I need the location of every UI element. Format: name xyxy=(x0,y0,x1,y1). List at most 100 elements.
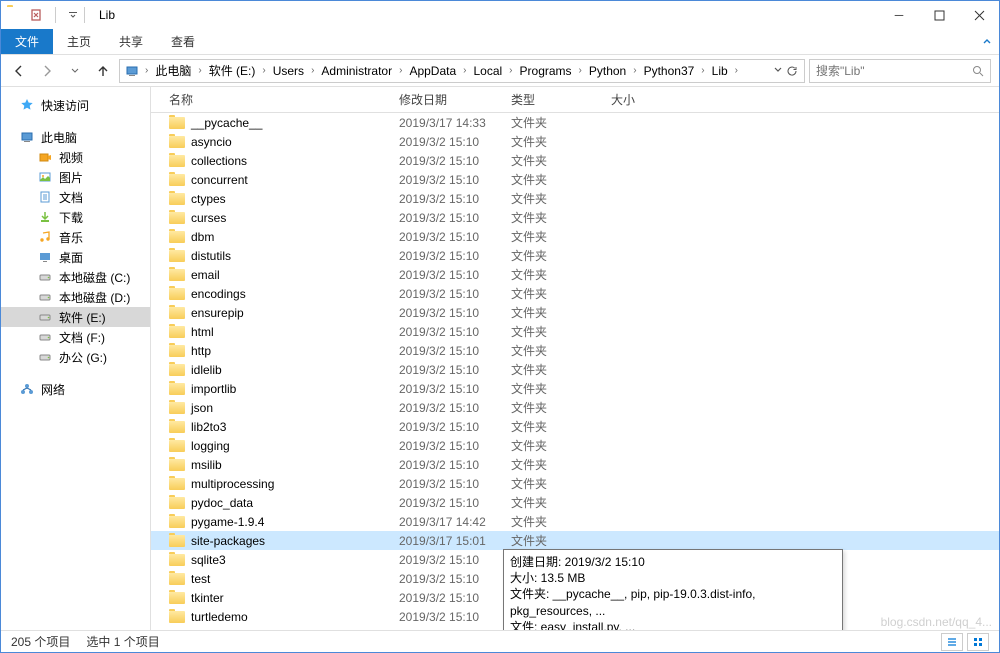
table-row[interactable]: msilib2019/3/2 15:10文件夹 xyxy=(151,455,999,474)
minimize-button[interactable]: ─ xyxy=(879,2,919,28)
table-row[interactable]: asyncio2019/3/2 15:10文件夹 xyxy=(151,132,999,151)
file-date: 2019/3/2 15:10 xyxy=(399,287,511,301)
col-type[interactable]: 类型 xyxy=(511,91,611,108)
forward-button[interactable] xyxy=(35,59,59,83)
breadcrumb-Programs[interactable]: Programs xyxy=(516,60,576,82)
this-pc[interactable]: 此电脑 xyxy=(1,127,150,147)
col-size[interactable]: 大小 xyxy=(611,91,691,108)
table-row[interactable]: html2019/3/2 15:10文件夹 xyxy=(151,322,999,341)
col-name[interactable]: 名称 xyxy=(169,91,399,108)
breadcrumb-AppData[interactable]: AppData xyxy=(405,60,460,82)
nav-item-label: 办公 (G:) xyxy=(59,349,107,366)
file-name: turtledemo xyxy=(191,610,248,624)
dropdown-icon[interactable] xyxy=(773,65,783,77)
icons-view-button[interactable] xyxy=(967,633,989,651)
recent-dropdown-icon[interactable] xyxy=(63,59,87,83)
breadcrumb-软件 (E:)[interactable]: 软件 (E:) xyxy=(205,60,260,82)
file-date: 2019/3/2 15:10 xyxy=(399,154,511,168)
nav-item[interactable]: 桌面 xyxy=(1,247,150,267)
nav-item[interactable]: 图片 xyxy=(1,167,150,187)
file-date: 2019/3/2 15:10 xyxy=(399,344,511,358)
file-name: email xyxy=(191,268,220,282)
nav-item[interactable]: 音乐 xyxy=(1,227,150,247)
table-row[interactable]: lib2to32019/3/2 15:10文件夹 xyxy=(151,417,999,436)
table-row[interactable]: logging2019/3/2 15:10文件夹 xyxy=(151,436,999,455)
chevron-right-icon[interactable]: › xyxy=(460,65,469,76)
table-row[interactable]: site-packages2019/3/17 15:01文件夹 xyxy=(151,531,999,550)
up-button[interactable] xyxy=(91,59,115,83)
file-date: 2019/3/2 15:10 xyxy=(399,135,511,149)
nav-item[interactable]: 软件 (E:) xyxy=(1,307,150,327)
view-tab[interactable]: 查看 xyxy=(157,29,209,54)
back-button[interactable] xyxy=(7,59,31,83)
chevron-right-icon[interactable]: › xyxy=(732,65,741,76)
table-row[interactable]: encodings2019/3/2 15:10文件夹 xyxy=(151,284,999,303)
breadcrumb-此电脑[interactable]: 此电脑 xyxy=(151,60,195,82)
chevron-right-icon[interactable]: › xyxy=(698,65,707,76)
search-icon[interactable] xyxy=(972,65,984,77)
nav-item[interactable]: 文档 (F:) xyxy=(1,327,150,347)
nav-item[interactable]: 办公 (G:) xyxy=(1,347,150,367)
file-name: pydoc_data xyxy=(191,496,253,510)
table-row[interactable]: pygame-1.9.42019/3/17 14:42文件夹 xyxy=(151,512,999,531)
close-button[interactable] xyxy=(959,2,999,28)
nav-item[interactable]: 本地磁盘 (D:) xyxy=(1,287,150,307)
chevron-right-icon[interactable]: › xyxy=(259,65,268,76)
chevron-right-icon[interactable]: › xyxy=(630,65,639,76)
table-row[interactable]: __pycache__2019/3/17 14:33文件夹 xyxy=(151,113,999,132)
nav-item[interactable]: 下载 xyxy=(1,207,150,227)
table-row[interactable]: multiprocessing2019/3/2 15:10文件夹 xyxy=(151,474,999,493)
table-row[interactable]: idlelib2019/3/2 15:10文件夹 xyxy=(151,360,999,379)
folder-icon xyxy=(169,573,185,585)
quick-access[interactable]: 快速访问 xyxy=(1,95,150,115)
table-row[interactable]: json2019/3/2 15:10文件夹 xyxy=(151,398,999,417)
file-name: lib2to3 xyxy=(191,420,226,434)
table-row[interactable]: ensurepip2019/3/2 15:10文件夹 xyxy=(151,303,999,322)
qat-dropdown-icon[interactable] xyxy=(68,10,78,20)
table-row[interactable]: pydoc_data2019/3/2 15:10文件夹 xyxy=(151,493,999,512)
nav-item[interactable]: 视频 xyxy=(1,147,150,167)
home-tab[interactable]: 主页 xyxy=(53,29,105,54)
chevron-right-icon[interactable]: › xyxy=(396,65,405,76)
nav-item-label: 文档 xyxy=(59,189,83,206)
table-row[interactable]: email2019/3/2 15:10文件夹 xyxy=(151,265,999,284)
col-date[interactable]: 修改日期 xyxy=(399,91,511,108)
table-row[interactable]: concurrent2019/3/2 15:10文件夹 xyxy=(151,170,999,189)
chevron-right-icon[interactable]: › xyxy=(195,65,204,76)
share-tab[interactable]: 共享 xyxy=(105,29,157,54)
breadcrumb-Users[interactable]: Users xyxy=(269,60,308,82)
breadcrumb-Lib[interactable]: Lib xyxy=(708,60,732,82)
file-tab[interactable]: 文件 xyxy=(1,29,53,54)
table-row[interactable]: http2019/3/2 15:10文件夹 xyxy=(151,341,999,360)
search-input[interactable] xyxy=(816,64,972,78)
maximize-button[interactable] xyxy=(919,2,959,28)
table-row[interactable]: dbm2019/3/2 15:10文件夹 xyxy=(151,227,999,246)
chevron-right-icon[interactable]: › xyxy=(308,65,317,76)
table-row[interactable]: distutils2019/3/2 15:10文件夹 xyxy=(151,246,999,265)
table-row[interactable]: ctypes2019/3/2 15:10文件夹 xyxy=(151,189,999,208)
nav-item-icon xyxy=(37,209,53,225)
ribbon-expand-icon[interactable] xyxy=(975,29,999,54)
network[interactable]: 网络 xyxy=(1,379,150,399)
chevron-right-icon[interactable]: › xyxy=(576,65,585,76)
file-name: site-packages xyxy=(191,534,265,548)
breadcrumb-Administrator[interactable]: Administrator xyxy=(317,60,396,82)
table-row[interactable]: collections2019/3/2 15:10文件夹 xyxy=(151,151,999,170)
qat-item-icon[interactable] xyxy=(29,8,43,22)
file-type: 文件夹 xyxy=(511,228,611,245)
breadcrumb-Python37[interactable]: Python37 xyxy=(640,60,699,82)
refresh-icon[interactable] xyxy=(786,65,798,77)
details-view-button[interactable] xyxy=(941,633,963,651)
breadcrumb-Python[interactable]: Python xyxy=(585,60,630,82)
folder-icon xyxy=(169,269,185,281)
nav-item[interactable]: 文档 xyxy=(1,187,150,207)
chevron-right-icon[interactable]: › xyxy=(506,65,515,76)
nav-item[interactable]: 本地磁盘 (C:) xyxy=(1,267,150,287)
table-row[interactable]: importlib2019/3/2 15:10文件夹 xyxy=(151,379,999,398)
breadcrumb-Local[interactable]: Local xyxy=(469,60,506,82)
file-date: 2019/3/2 15:10 xyxy=(399,572,511,586)
address-bar[interactable]: › 此电脑›软件 (E:)›Users›Administrator›AppDat… xyxy=(119,59,805,83)
table-row[interactable]: curses2019/3/2 15:10文件夹 xyxy=(151,208,999,227)
search-box[interactable] xyxy=(809,59,991,83)
file-date: 2019/3/2 15:10 xyxy=(399,553,511,567)
